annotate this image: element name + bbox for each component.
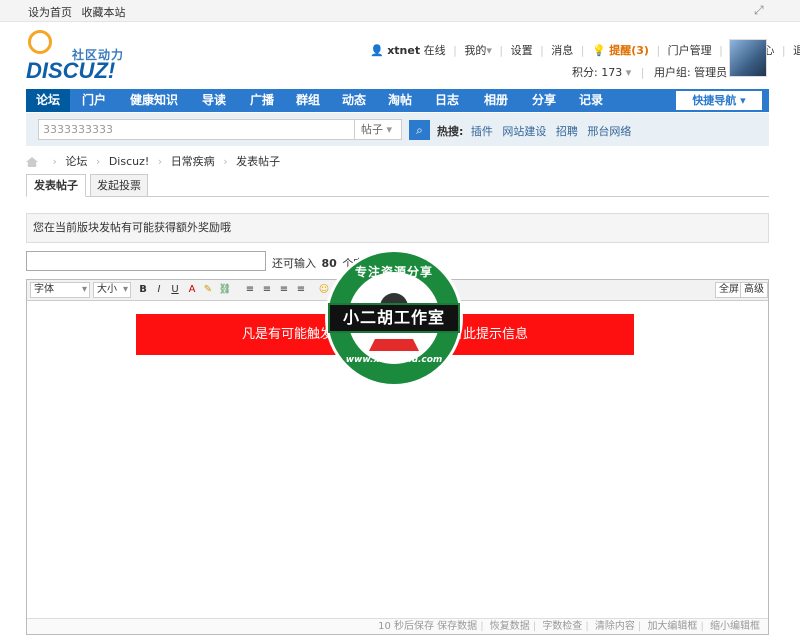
search-input[interactable]: 3333333333 [38, 119, 355, 140]
autosave-link[interactable]: 10 秒后保存 保存数据 [378, 621, 477, 632]
top-bar: 设为首页 收藏本站 ⤢ [0, 0, 800, 22]
tab-new-post[interactable]: 发表帖子 [26, 174, 86, 197]
messages-link[interactable]: 消息 [551, 44, 573, 57]
advanced-button[interactable]: 高级 [740, 282, 768, 298]
highlight-icon[interactable]: ✎ [201, 283, 215, 297]
nav-item-forum[interactable]: 论坛 [26, 89, 70, 112]
quick-nav-label: 快捷导航 [692, 94, 737, 107]
chevron-down-icon: ▾ [486, 44, 492, 57]
avatar[interactable] [729, 39, 767, 77]
nav-item-group[interactable]: 群组 [286, 89, 330, 112]
nav-item-feed[interactable]: 动态 [330, 89, 378, 112]
portal-admin-link[interactable]: 门户管理 [668, 44, 712, 57]
nav-item-share[interactable]: 分享 [520, 89, 568, 112]
watermark-top-text: 专注资源分享 [354, 265, 433, 279]
remind-link[interactable]: 提醒(3) [609, 44, 649, 57]
online-status: 在线 [423, 44, 446, 57]
hot-term[interactable]: 网站建设 [502, 125, 546, 138]
bookmark-link[interactable]: 收藏本站 [82, 6, 126, 19]
lightbulb-icon: 💡 [592, 44, 606, 57]
nav-item-portal[interactable]: 门户 [70, 89, 118, 112]
credits-link[interactable]: 积分: 173 [572, 66, 622, 79]
font-select-label: 字体 [34, 284, 54, 295]
search-scope-label: 帖子 [361, 123, 383, 136]
top-links: 设为首页 收藏本站 [28, 4, 126, 20]
nav-item-album[interactable]: 相册 [472, 89, 520, 112]
search-icon: ⌕ [416, 123, 423, 137]
quick-nav-button[interactable]: 快捷导航 ▾ [676, 91, 762, 110]
search-scope-select[interactable]: 帖子 ▾ [355, 119, 402, 140]
nav-item-collection[interactable]: 淘帖 [378, 89, 422, 112]
logo-brand: DISCUZ! [26, 58, 116, 83]
post-tabs: 发表帖子 发起投票 [26, 174, 769, 197]
size-select[interactable]: 大小 ▾ [93, 282, 131, 298]
user-icon: 👤 [370, 44, 384, 57]
nav-item-blog[interactable]: 日志 [422, 89, 472, 112]
align-right-icon[interactable]: ≡ [277, 283, 291, 297]
subject-tip-prefix: 还可输入 [272, 257, 316, 270]
font-select[interactable]: 字体 ▾ [30, 282, 90, 298]
watermark-url: www.xiaoerhu.com [345, 355, 443, 365]
home-icon[interactable] [26, 157, 38, 167]
word-count-link[interactable]: 字数检查 [542, 621, 582, 632]
link-icon[interactable]: ⛓ [218, 283, 232, 297]
site-logo[interactable]: 社区动力 DISCUZ! [26, 30, 136, 83]
hot-term[interactable]: 插件 [471, 125, 493, 138]
underline-icon[interactable]: U [168, 283, 182, 297]
watermark-band: 小二胡工作室 [328, 303, 460, 333]
hot-search-label: 热搜: [437, 125, 464, 138]
nav-item-health[interactable]: 健康知识 [118, 89, 190, 112]
subject-input[interactable] [26, 251, 266, 271]
set-home-link[interactable]: 设为首页 [28, 6, 72, 19]
font-color-icon[interactable]: A [185, 283, 199, 297]
hot-term[interactable]: 邢台网络 [587, 125, 631, 138]
username-link[interactable]: xtnet [387, 44, 420, 57]
clear-content-link[interactable]: 清除内容 [595, 621, 635, 632]
justify-icon[interactable]: ≡ [294, 283, 308, 297]
usergroup-link[interactable]: 用户组: 管理员 [654, 66, 727, 79]
search-bar: 3333333333 帖子 ▾ ⌕ 热搜: 插件 网站建设 招聘 邢台网络 [26, 113, 769, 146]
fullscreen-button[interactable]: 全屏 [715, 282, 743, 298]
enlarge-editor-link[interactable]: 加大编辑框 [647, 621, 697, 632]
align-center-icon[interactable]: ≡ [260, 283, 274, 297]
chevron-down-icon: ▾ [740, 94, 746, 107]
hot-search: 热搜: 插件 网站建设 招聘 邢台网络 [437, 123, 637, 139]
user-stats: 积分: 173 ▾ | 用户组: 管理员 ▾ [572, 64, 736, 80]
reward-notice: 您在当前版块发帖有可能获得额外奖励哦 [26, 213, 769, 243]
chevron-down-icon: ▾ [122, 284, 128, 295]
nav-item-guide[interactable]: 导读 [190, 89, 238, 112]
tab-new-poll[interactable]: 发起投票 [90, 174, 148, 197]
breadcrumb-current: 发表帖子 [236, 155, 281, 168]
italic-icon[interactable]: I [152, 283, 166, 297]
logout-link[interactable]: 退出 [793, 44, 800, 57]
expand-icon[interactable]: ⤢ [754, 3, 768, 17]
breadcrumb-item[interactable]: 论坛 [65, 155, 87, 168]
chevron-down-icon: ▾ [386, 123, 393, 136]
search-button[interactable]: ⌕ [409, 120, 430, 140]
my-link[interactable]: 我的 [464, 44, 486, 57]
nav-item-record[interactable]: 记录 [568, 89, 614, 112]
bold-icon[interactable]: B [136, 283, 150, 297]
restore-data-link[interactable]: 恢复数据 [490, 621, 530, 632]
shrink-editor-link[interactable]: 缩小编辑框 [710, 621, 760, 632]
nav-item-broadcast[interactable]: 广播 [238, 89, 286, 112]
breadcrumb: › 论坛 › Discuz! › 日常疾病 › 发表帖子 [26, 153, 280, 169]
editor-statusbar: 10 秒后保存 保存数据 | 恢复数据 | 字数检查 | 清除内容 | 加大编辑框 | 缩… [27, 618, 768, 634]
main-nav: 论坛 门户 健康知识 导读 广播 群组 动态 淘帖 日志 相册 分享 记录 快捷… [26, 89, 769, 112]
watermark-seal: 专注资源分享 小二胡工作室 www.xiaoerhu.com [323, 247, 465, 389]
chevron-down-icon: ▾ [81, 284, 87, 295]
logo-bubble-icon [28, 30, 52, 54]
hot-term[interactable]: 招聘 [556, 125, 578, 138]
align-left-icon[interactable]: ≡ [243, 283, 257, 297]
settings-link[interactable]: 设置 [511, 44, 533, 57]
breadcrumb-item[interactable]: 日常疾病 [171, 155, 215, 168]
chevron-down-icon: ▾ [622, 66, 632, 79]
breadcrumb-item[interactable]: Discuz! [109, 155, 149, 168]
size-select-label: 大小 [97, 284, 117, 295]
